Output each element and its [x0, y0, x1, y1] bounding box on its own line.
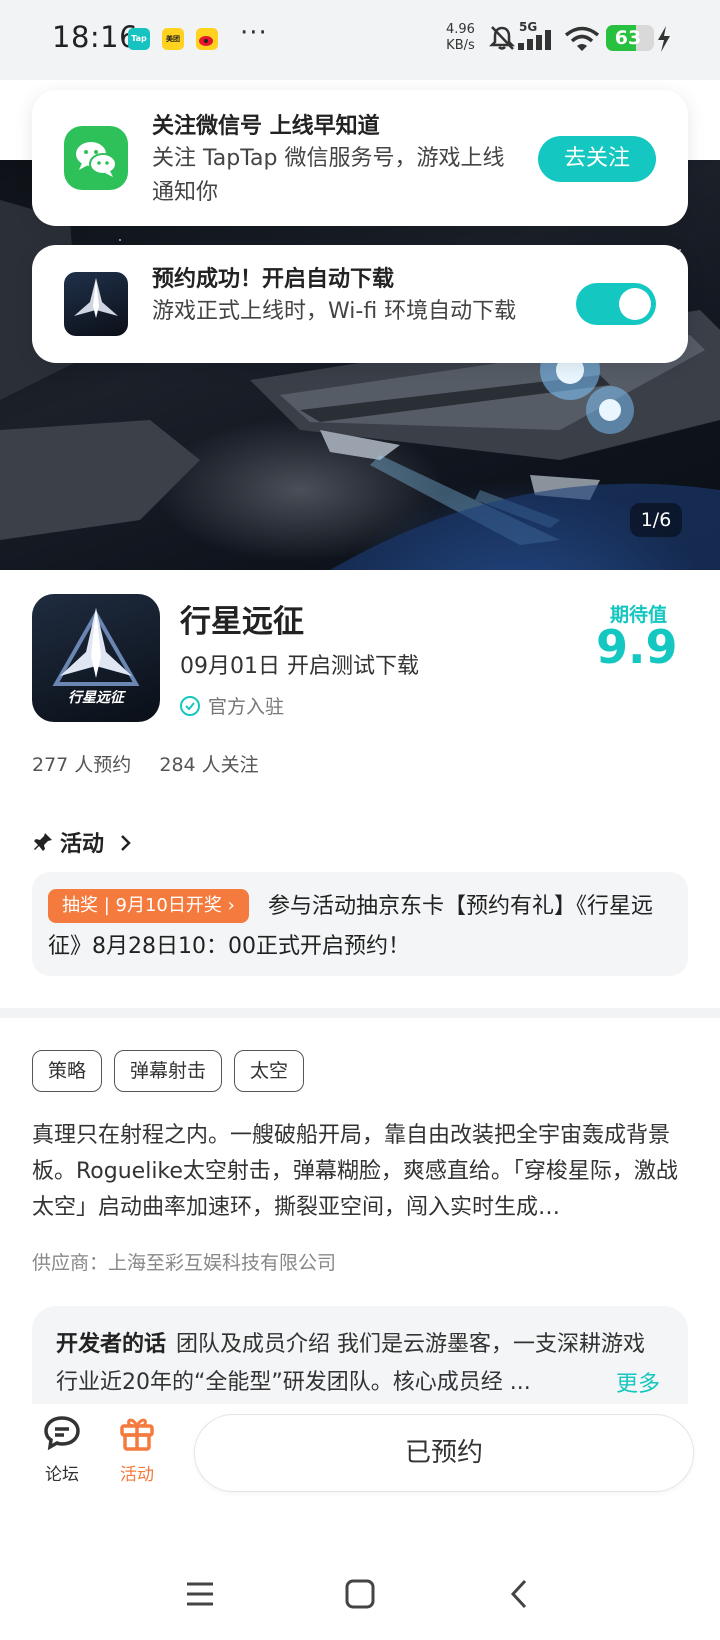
- forum-tab[interactable]: 论坛: [27, 1414, 97, 1485]
- section-divider: [0, 1008, 720, 1018]
- wechat-card-subtitle: 关注 TapTap 微信服务号，游戏上线通知你: [152, 146, 505, 205]
- developer-note-card[interactable]: 开发者的话 团队及成员介绍 我们是云游墨客，一支深耕游戏行业近20年的“全能型”研…: [32, 1306, 688, 1410]
- developer-note-title: 开发者的话: [56, 1332, 167, 1357]
- tag-space[interactable]: 太空: [234, 1050, 305, 1092]
- bottom-action-bar: 论坛 活动 已预约: [0, 1404, 720, 1514]
- tag-strategy[interactable]: 策略: [32, 1050, 103, 1092]
- supplier-info: 供应商：上海至彩互娱科技有限公司: [32, 1252, 337, 1274]
- chevron-right-icon: [120, 835, 131, 851]
- forum-icon: [44, 1416, 80, 1451]
- status-bar: 18:16 Tap 美团 ··· 4.96 KB/s 5G 63: [0, 0, 720, 80]
- taptap-app-icon: Tap: [128, 28, 150, 50]
- battery-indicator: 63: [606, 25, 654, 51]
- gift-icon: [120, 1418, 154, 1451]
- tag-list: 策略 弹幕射击 太空: [32, 1050, 305, 1092]
- developer-more-link[interactable]: 更多: [616, 1366, 661, 1398]
- game-icon: 行星远征: [32, 594, 160, 722]
- more-notifications-icon: ···: [240, 18, 268, 48]
- charging-icon: [658, 26, 670, 52]
- activity-section-header[interactable]: 活动: [32, 826, 134, 858]
- game-title: 行星远征: [180, 604, 304, 640]
- meituan-app-icon: 美团: [162, 28, 184, 50]
- wechat-follow-card: 关注微信号 上线早知道 关注 TapTap 微信服务号，游戏上线通知你 去关注: [32, 90, 688, 226]
- pin-icon: [34, 833, 52, 851]
- tag-bullet-hell[interactable]: 弹幕射击: [114, 1050, 223, 1092]
- game-mini-icon: [64, 272, 128, 336]
- auto-download-title: 预约成功！开启自动下载: [152, 267, 395, 292]
- toggle-knob: [619, 288, 651, 320]
- expectation-score: 9.9: [596, 620, 678, 674]
- game-stats: 277 人预约 284 人关注: [32, 750, 281, 777]
- svg-text:行星远征: 行星远征: [68, 689, 127, 706]
- wechat-card-title: 关注微信号 上线早知道: [152, 114, 380, 139]
- developer-note: 开发者的话 团队及成员介绍 我们是云游墨客，一支深耕游戏行业近20年的“全能型”研…: [56, 1332, 646, 1395]
- release-date: 09月01日 开启测试下载: [180, 654, 419, 679]
- status-time: 18:16: [52, 20, 139, 54]
- signal-icon: [518, 30, 551, 50]
- weibo-app-icon: [196, 28, 218, 50]
- menu-icon[interactable]: [184, 1578, 216, 1610]
- network-speed: 4.96 KB/s: [446, 22, 475, 53]
- image-counter: 1/6: [630, 503, 682, 537]
- wifi-icon: [564, 26, 600, 51]
- auto-download-toggle[interactable]: [576, 283, 656, 325]
- reserved-button[interactable]: 已预约: [194, 1414, 694, 1492]
- mute-bell-icon: [488, 26, 516, 50]
- home-icon[interactable]: [344, 1578, 376, 1610]
- verified-check-icon: [180, 696, 200, 716]
- system-navigation-bar: [0, 1540, 720, 1640]
- wechat-icon: [64, 126, 128, 190]
- auto-download-card: 预约成功！开启自动下载 游戏正式上线时，Wi-fi 环境自动下载: [32, 245, 688, 363]
- lottery-badge[interactable]: 抽奖 | 9月10日开奖 ›: [48, 889, 249, 923]
- back-icon[interactable]: [504, 1578, 536, 1610]
- activity-tab[interactable]: 活动: [102, 1414, 172, 1485]
- follower-count: 284 人关注: [159, 754, 259, 776]
- game-description[interactable]: 真理只在射程之内。一艘破船开局，靠自由改装把全宇宙轰成背景板。Roguelike…: [32, 1118, 692, 1226]
- auto-download-subtitle: 游戏正式上线时，Wi-fi 环境自动下载: [152, 299, 517, 324]
- activity-card[interactable]: 参与活动抽京东卡【预约有礼】《行星远征》8月28日10：00正式开启预约！ 抽奖…: [32, 872, 688, 976]
- official-badge: 官方入驻: [180, 692, 284, 719]
- reservation-count: 277 人预约: [32, 754, 132, 776]
- follow-wechat-button[interactable]: 去关注: [538, 136, 656, 182]
